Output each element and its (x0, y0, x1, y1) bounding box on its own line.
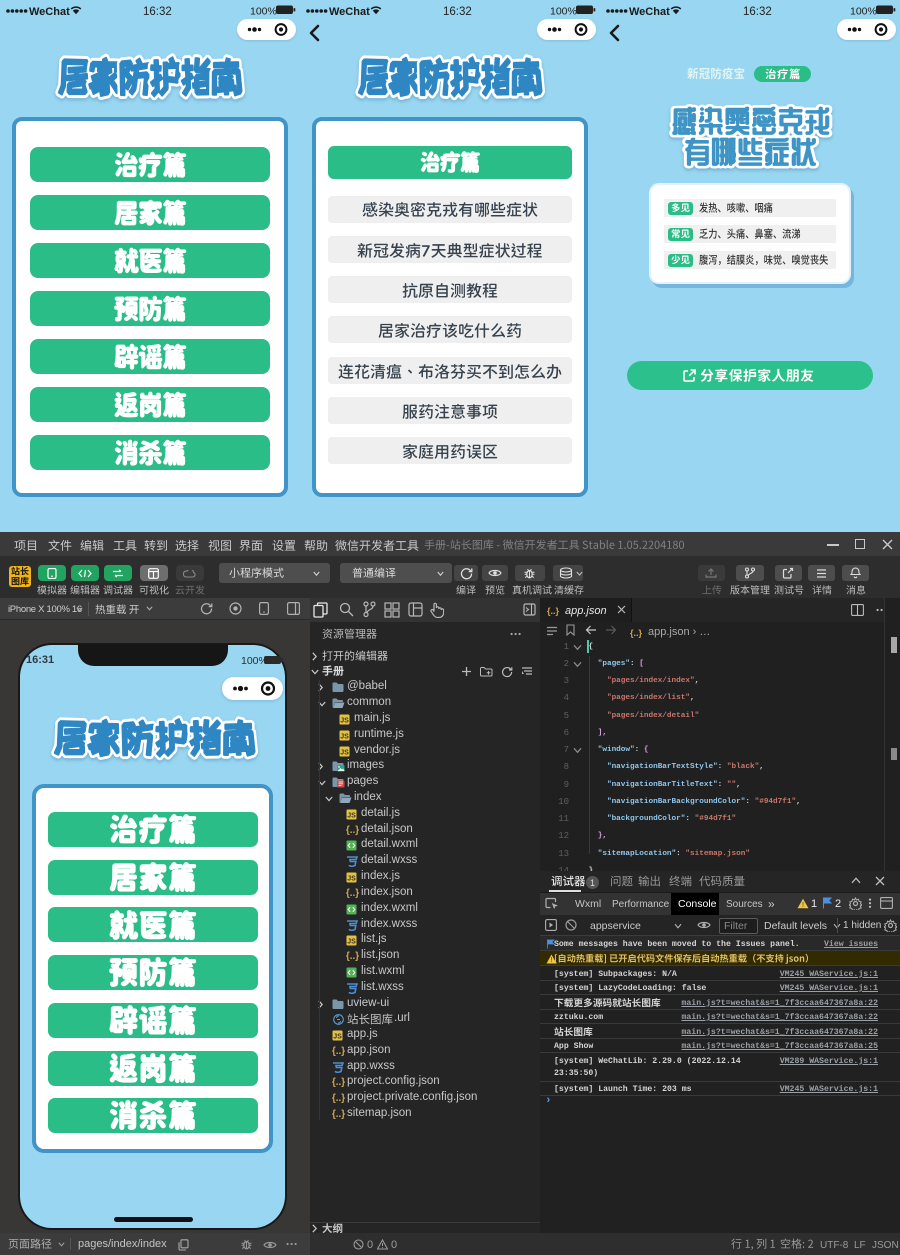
svg-text:{..}: {..} (332, 1093, 345, 1103)
svg-text:JS: JS (340, 733, 349, 740)
svg-text:{..}: {..} (332, 1046, 345, 1056)
svg-text:JS: JS (333, 1033, 342, 1040)
svg-text:!: ! (802, 902, 804, 909)
svg-text:JS: JS (340, 717, 349, 724)
svg-text:{..}: {..} (346, 888, 359, 898)
svg-text:JS: JS (347, 875, 356, 882)
svg-text:100%: 100% (250, 6, 277, 18)
svg-text:WeChat: WeChat (29, 6, 70, 18)
svg-text:{..}: {..} (346, 951, 359, 961)
svg-text:16:32: 16:32 (143, 6, 172, 18)
svg-text:JS: JS (347, 938, 356, 945)
svg-text:{..}: {..} (332, 1077, 345, 1087)
svg-text:JS: JS (347, 812, 356, 819)
svg-text:{..}: {..} (332, 1109, 345, 1119)
svg-text:100%: 100% (550, 6, 577, 18)
svg-text:16:32: 16:32 (743, 6, 772, 18)
svg-text:{..}: {..} (346, 825, 359, 835)
svg-text:16:32: 16:32 (443, 6, 472, 18)
svg-text:WeChat: WeChat (329, 6, 370, 18)
svg-text:WeChat: WeChat (629, 6, 670, 18)
svg-text:100%: 100% (850, 6, 877, 18)
svg-text:JS: JS (340, 749, 349, 756)
